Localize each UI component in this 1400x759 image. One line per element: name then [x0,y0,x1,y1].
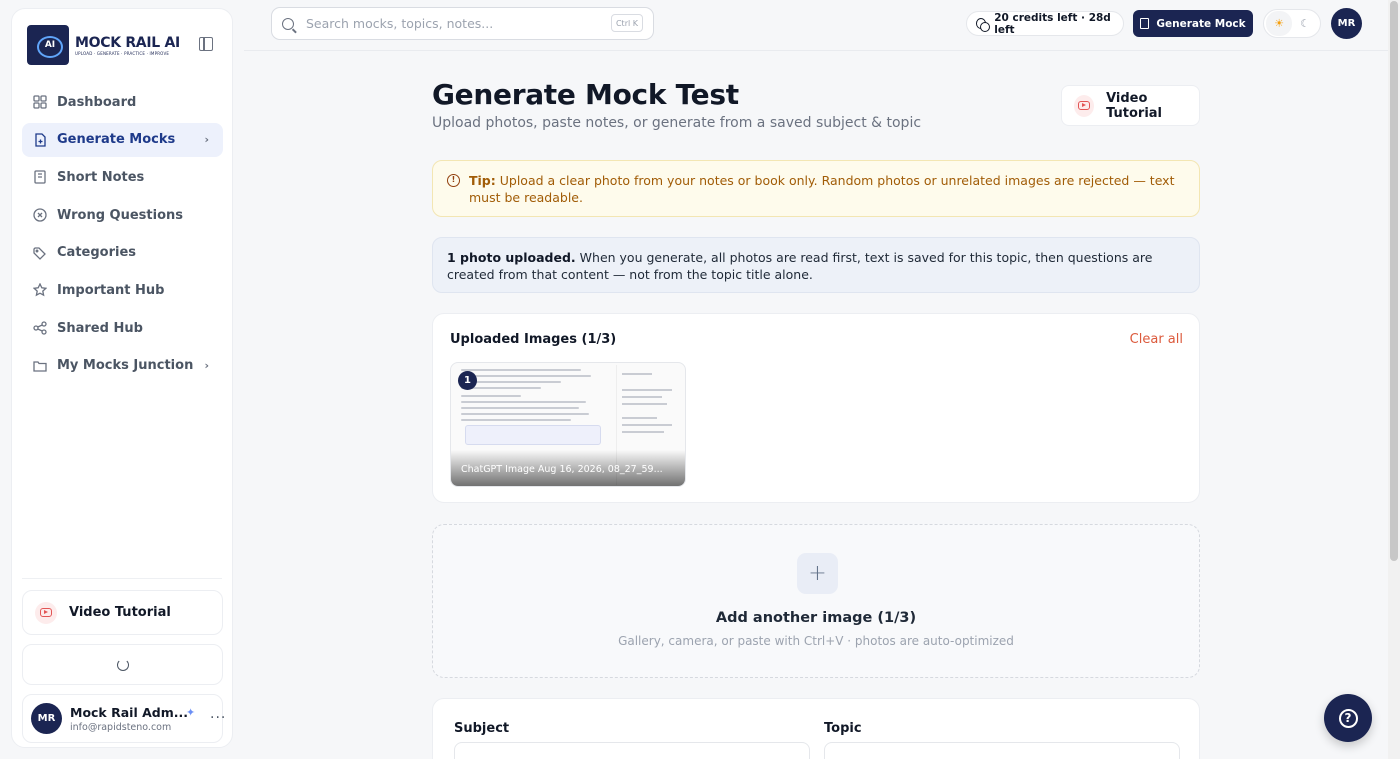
file-plus-icon [1140,18,1150,29]
sidebar-item-label: Wrong Questions [57,207,183,223]
sidebar-item-categories[interactable]: Categories [22,236,223,270]
spinner-icon [116,658,129,671]
search-input[interactable] [306,16,596,31]
user-card[interactable]: MR Mock Rail Adm... info@rapidsteno.com … [22,694,226,743]
sidebar-item-label: Dashboard [57,94,137,110]
generate-mock-button[interactable]: Generate Mock [1133,10,1253,37]
add-image-hint: Gallery, camera, or paste with Ctrl+V · … [618,634,1014,648]
sidebar-item-my-mocks-junction[interactable]: My Mocks Junction › [22,349,223,383]
scrollbar-thumb[interactable] [1390,1,1398,561]
folder-icon [33,359,47,373]
star-icon [33,283,47,297]
topic-label: Topic [824,721,862,736]
scrollbar[interactable] [1388,0,1400,759]
sidebar-item-important-hub[interactable]: Important Hub [22,273,223,307]
x-circle-icon [33,208,47,222]
sidebar-item-label: Short Notes [57,169,145,185]
search-box[interactable]: Ctrl K [271,7,654,40]
notebook-icon [33,170,47,185]
logo-tagline: UPLOAD · GENERATE · PRACTICE · IMPROVE [75,50,170,56]
topic-select[interactable] [824,742,1180,759]
credits-text: 20 credits left · 28d left [994,11,1111,36]
divider [22,578,222,579]
file-plus-icon [33,133,47,147]
coins-icon [976,18,991,32]
video-tutorial-button[interactable]: Video Tutorial [1061,85,1200,126]
sidebar-item-label: My Mocks Junction [57,358,194,374]
tags-icon [33,246,47,260]
uploaded-images-title: Uploaded Images (1/3) [450,332,617,347]
youtube-icon [1074,94,1095,117]
tip-label: Tip: [469,173,496,188]
subject-select[interactable] [454,742,810,759]
search-icon [282,17,294,30]
dashboard-icon [33,95,47,109]
chevron-right-icon: › [204,358,209,372]
tip-banner: ! Tip: Upload a clear photo from your no… [432,160,1200,217]
loading-panel [22,644,223,685]
avatar[interactable]: MR [1331,8,1362,39]
more-options-icon[interactable]: ··· [210,710,226,726]
sidebar-item-short-notes[interactable]: Short Notes [22,160,223,194]
sidebar-item-shared-hub[interactable]: Shared Hub [22,311,223,345]
sidebar: MOCK RAIL AI UPLOAD · GENERATE · PRACTIC… [11,8,233,748]
logo-title: MOCK RAIL AI [75,34,180,51]
sidebar-item-wrong-questions[interactable]: Wrong Questions [22,198,223,232]
uploaded-images-card: Uploaded Images (1/3) Clear all 1 ChatGP… [432,313,1200,503]
logo[interactable]: MOCK RAIL AI UPLOAD · GENERATE · PRACTIC… [27,24,185,66]
upload-status-banner: 1 photo uploaded. When you generate, all… [432,237,1200,293]
add-image-dropzone[interactable]: + Add another image (1/3) Gallery, camer… [432,524,1200,678]
logo-icon [27,25,69,65]
help-button[interactable]: ? [1324,694,1372,742]
sidebar-item-label: Shared Hub [57,320,143,336]
sparkle-icon: ✦ [186,706,196,719]
sidebar-item-generate-mocks[interactable]: Generate Mocks › [22,122,223,157]
thumbnail-tip-box [465,425,601,445]
page-title: Generate Mock Test [432,78,739,111]
chevron-right-icon: › [204,132,209,146]
help-icon: ? [1338,708,1358,728]
user-email: info@rapidsteno.com [70,721,172,733]
sun-icon[interactable]: ☀ [1266,11,1292,36]
add-image-title: Add another image (1/3) [715,610,917,626]
generate-mock-label: Generate Mock [1156,17,1246,30]
youtube-icon [35,601,57,624]
plus-icon: + [797,553,838,594]
avatar: MR [31,703,62,734]
share-icon [33,321,47,335]
upload-count: 1 photo uploaded. [447,250,576,265]
sidebar-item-label: Important Hub [57,282,165,298]
page-subtitle: Upload photos, paste notes, or generate … [432,115,922,131]
sidebar-nav: Dashboard Generate Mocks › Short Notes W… [22,85,223,387]
moon-icon[interactable]: ☾ [1292,11,1318,36]
image-filename: ChatGPT Image Aug 16, 2026, 08_27_59... [461,464,663,475]
sidebar-item-label: Generate Mocks [57,132,176,148]
image-index-badge: 1 [458,371,477,390]
theme-toggle[interactable]: ☀ ☾ [1263,9,1321,38]
shortcut-hint: Ctrl K [610,14,643,32]
subject-label: Subject [454,721,510,736]
video-tutorial-label: Video Tutorial [69,605,171,620]
credits-badge[interactable]: 20 credits left · 28d left [966,11,1124,36]
sidebar-video-tutorial-button[interactable]: Video Tutorial [22,590,223,635]
video-tutorial-label: Video Tutorial [1106,90,1163,121]
image-thumbnail[interactable]: 1 ChatGPT Image Aug 16, 2026, 08_27_59..… [450,362,686,487]
sidebar-item-dashboard[interactable]: Dashboard [22,85,223,119]
sidebar-item-label: Categories [57,245,137,261]
clear-all-button[interactable]: Clear all [1130,332,1183,347]
subject-topic-card: Subject Topic [432,698,1200,759]
sidebar-collapse-icon[interactable] [199,37,213,51]
user-name: Mock Rail Adm... [70,704,188,720]
tip-text: Upload a clear photo from your notes or … [469,173,1175,205]
topbar: Ctrl K 20 credits left · 28d left Genera… [244,0,1388,51]
info-icon: ! [447,174,460,187]
